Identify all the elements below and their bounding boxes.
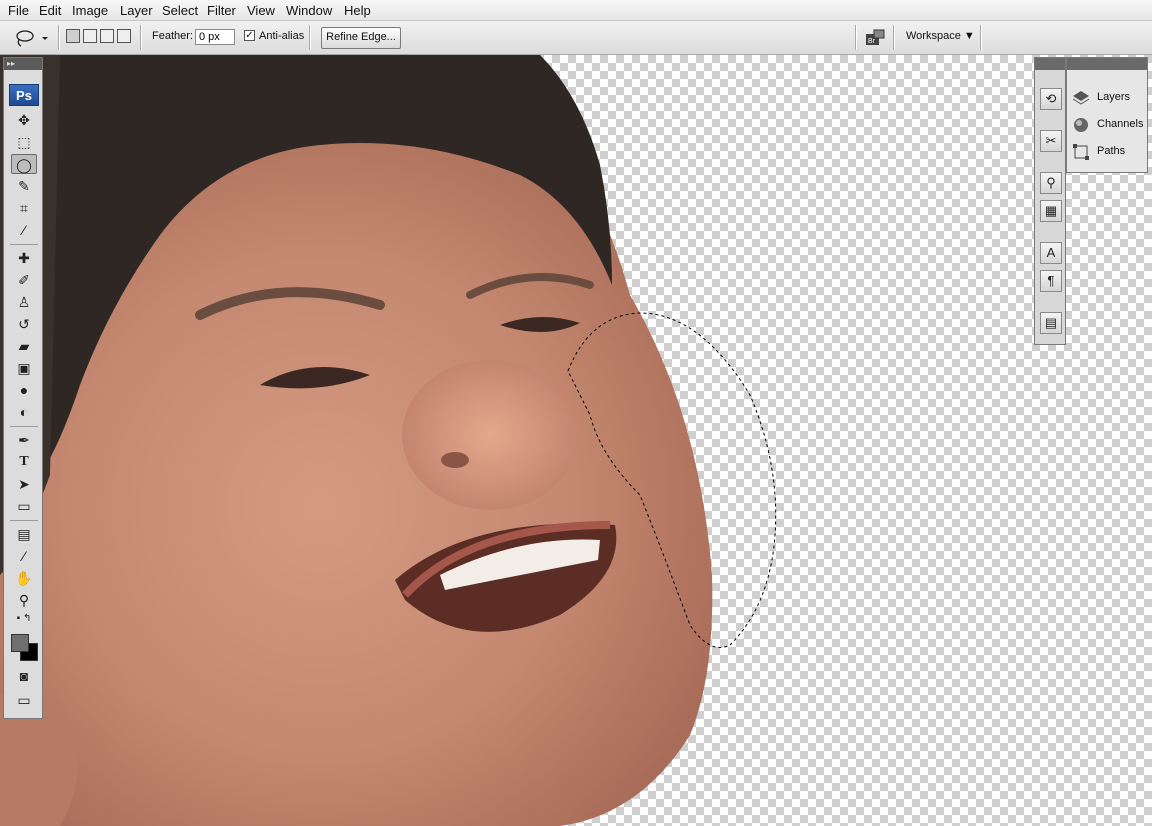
tool-preset-picker[interactable] xyxy=(8,27,52,49)
separator xyxy=(855,25,857,50)
feather-input[interactable] xyxy=(195,29,235,45)
menu-view[interactable]: View xyxy=(245,2,277,19)
separator xyxy=(58,25,60,50)
eraser-tool-icon[interactable]: ▰ xyxy=(11,336,37,356)
antialias-label: Anti-alias xyxy=(259,30,305,42)
zoom-tool-icon[interactable]: ⚲ xyxy=(11,590,37,610)
photoshop-logo[interactable]: Ps xyxy=(9,84,39,106)
clone-stamp-tool-icon[interactable]: ♙ xyxy=(11,292,37,312)
chevron-down-icon: ▼ xyxy=(963,30,975,42)
swap-colors-icon[interactable]: ▪ ↰ xyxy=(11,612,37,626)
toolbox-separator xyxy=(10,520,38,521)
brush-tool-icon[interactable]: ✐ xyxy=(11,270,37,290)
layers-icon xyxy=(1072,91,1090,105)
move-tool-icon[interactable]: ✥ xyxy=(11,110,37,130)
bridge-icon[interactable]: Br xyxy=(864,28,886,48)
new-selection-button[interactable] xyxy=(66,29,80,43)
menu-edit[interactable]: Edit xyxy=(37,2,63,19)
paths-icon xyxy=(1073,144,1089,160)
dodge-tool-icon[interactable]: ◐ xyxy=(11,402,37,422)
notes-tool-icon[interactable]: ▤ xyxy=(11,524,37,544)
workspace-menu[interactable]: Workspace ▼ xyxy=(906,30,975,42)
paragraph-icon[interactable]: ¶ xyxy=(1040,270,1062,292)
refine-edge-button[interactable]: Refine Edge... xyxy=(321,27,401,49)
subtract-from-selection-button[interactable] xyxy=(100,29,114,43)
brushes-icon[interactable]: ⚲ xyxy=(1040,172,1062,194)
quick-selection-tool-icon[interactable]: ✎ xyxy=(11,176,37,196)
dock-strip-header[interactable] xyxy=(1035,58,1065,70)
toolbox-separator xyxy=(10,426,38,427)
panel-label: Channels xyxy=(1097,118,1144,130)
channels-icon xyxy=(1074,118,1088,132)
add-to-selection-button[interactable] xyxy=(83,29,97,43)
dock-icon-strip: ⟲ ✂ ⚲ ▦ A ¶ ▤ xyxy=(1034,57,1066,345)
menu-layer[interactable]: Layer xyxy=(118,2,155,19)
history-icon[interactable]: ⟲ xyxy=(1040,88,1062,110)
menu-image[interactable]: Image xyxy=(70,2,110,19)
marquee-tool-icon[interactable]: ⬚ xyxy=(11,132,37,152)
shape-tool-icon[interactable]: ▭ xyxy=(11,496,37,516)
menu-bar: File Edit Image Layer Select Filter View… xyxy=(0,0,1152,21)
workspace-label: Workspace xyxy=(906,30,961,42)
separator xyxy=(140,25,142,50)
separator xyxy=(309,25,311,50)
tool-presets-icon[interactable]: ✂ xyxy=(1040,130,1062,152)
document-canvas[interactable] xyxy=(0,55,1152,826)
lasso-tool-icon[interactable]: ◯ xyxy=(11,154,37,174)
menu-select[interactable]: Select xyxy=(160,2,200,19)
intersect-selection-button[interactable] xyxy=(117,29,131,43)
pen-tool-icon[interactable]: ✒ xyxy=(11,430,37,450)
separator xyxy=(893,25,895,50)
menu-file[interactable]: File xyxy=(6,2,31,19)
panel-label: Layers xyxy=(1097,91,1131,103)
panel-item-channels[interactable]: Channels xyxy=(1069,113,1145,137)
options-bar: Feather: ✓ Anti-alias Refine Edge... Br … xyxy=(0,21,1152,55)
separator xyxy=(980,25,982,50)
toolbox-panel: ▸▸ Ps ✥ ⬚ ◯ ✎ ⌗ ⁄ ✚ ✐ ♙ ↺ ▰ ▣ ● ◐ ✒ T ➤ … xyxy=(3,57,43,719)
crop-tool-icon[interactable]: ⌗ xyxy=(11,198,37,218)
quick-mask-icon[interactable]: ◙ xyxy=(11,666,37,686)
notes-panel-icon[interactable]: ▤ xyxy=(1040,312,1062,334)
panel-label: Paths xyxy=(1097,145,1126,157)
panel-item-paths[interactable]: Paths xyxy=(1069,140,1145,164)
eyedropper-tool-icon[interactable]: ⁄ xyxy=(11,220,37,240)
history-brush-tool-icon[interactable]: ↺ xyxy=(11,314,37,334)
healing-brush-tool-icon[interactable]: ✚ xyxy=(11,248,37,268)
screen-mode-icon[interactable]: ▭ xyxy=(11,690,37,710)
lasso-icon xyxy=(16,30,48,47)
clone-source-icon[interactable]: ▦ xyxy=(1040,200,1062,222)
gradient-tool-icon[interactable]: ▣ xyxy=(11,358,37,378)
menu-help[interactable]: Help xyxy=(342,2,373,19)
path-selection-tool-icon[interactable]: ➤ xyxy=(11,474,37,494)
svg-text:Br: Br xyxy=(868,38,876,45)
panel-item-layers[interactable]: Layers xyxy=(1069,86,1145,110)
blur-tool-icon[interactable]: ● xyxy=(11,380,37,400)
feather-label: Feather: xyxy=(152,30,193,42)
layers-panel-group: Layers Channels Paths xyxy=(1066,57,1148,173)
photo-layer xyxy=(0,55,777,826)
type-tool-icon[interactable]: T xyxy=(11,452,37,472)
antialias-checkbox[interactable]: ✓ xyxy=(244,30,255,41)
menu-filter[interactable]: Filter xyxy=(205,2,238,19)
hand-tool-icon[interactable]: ✋ xyxy=(11,568,37,588)
character-icon[interactable]: A xyxy=(1040,242,1062,264)
menu-window[interactable]: Window xyxy=(284,2,334,19)
color-sampler-tool-icon[interactable]: ⁄ xyxy=(11,546,37,566)
toolbox-header[interactable]: ▸▸ xyxy=(4,58,42,70)
toolbox-separator xyxy=(10,244,38,245)
panel-group-header[interactable] xyxy=(1067,58,1147,70)
foreground-color-swatch[interactable] xyxy=(11,634,29,652)
